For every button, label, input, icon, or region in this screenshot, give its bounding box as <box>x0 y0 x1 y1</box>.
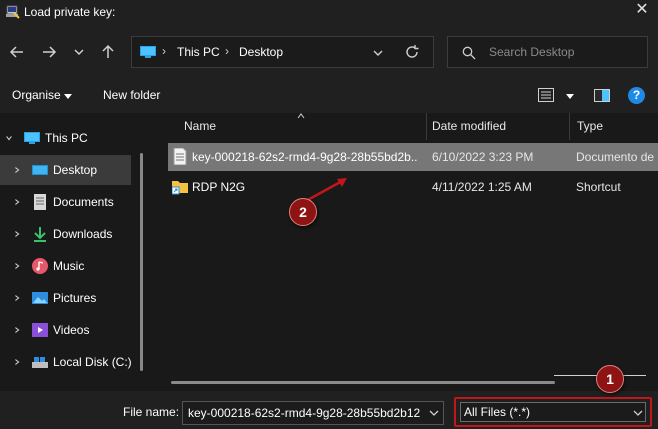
annotation-badge-2: 2 <box>289 198 317 226</box>
sidebar-item-label: Documents <box>53 195 114 209</box>
address-bar[interactable]: › This PC › Desktop <box>131 36 434 68</box>
drive-icon <box>32 357 48 368</box>
chevron-down-icon[interactable] <box>633 409 643 417</box>
file-name-label: File name: <box>123 405 180 419</box>
sidebar-item-label: Videos <box>53 323 90 337</box>
chevron-right-icon[interactable] <box>13 229 21 239</box>
sidebar-item-local-disk[interactable]: Local Disk (C:) <box>0 347 132 377</box>
file-row-private-key[interactable]: key-000218-62s2-rmd4-9g28-28b55bd2b... 6… <box>168 143 658 171</box>
column-header-name[interactable]: Name <box>153 113 427 140</box>
sidebar-item-label: Local Disk (C:) <box>53 355 132 369</box>
search-box[interactable]: Search Desktop <box>447 36 648 68</box>
sidebar-item-pictures[interactable]: Pictures <box>0 283 131 313</box>
organise-caret-icon[interactable] <box>64 94 72 99</box>
file-row-rdp-shortcut[interactable]: RDP N2G 4/11/2022 1:25 AM Shortcut <box>168 173 658 201</box>
breadcrumb-separator: › <box>162 44 166 58</box>
column-header-type[interactable]: Type <box>570 113 658 140</box>
sidebar-scrollbar[interactable] <box>140 153 143 371</box>
sidebar-item-downloads[interactable]: Downloads <box>0 219 131 249</box>
navigation-bar: › This PC › Desktop Search Desktop <box>0 26 658 78</box>
pictures-icon <box>32 292 48 304</box>
title-bar: Load private key: ✕ <box>0 0 658 26</box>
chevron-down-icon[interactable] <box>5 133 13 143</box>
sidebar-item-label: Desktop <box>53 163 98 177</box>
videos-icon <box>32 323 48 337</box>
sidebar-item-videos[interactable]: Videos <box>0 315 131 345</box>
file-date: 6/10/2022 3:23 PM <box>432 150 534 164</box>
annotation-highlight-box: All Files (*.*) <box>454 397 652 427</box>
refresh-icon[interactable] <box>404 44 420 60</box>
chevron-right-icon[interactable] <box>13 357 21 367</box>
column-header-date-modified[interactable]: Date modified <box>427 113 569 140</box>
preview-pane-icon[interactable] <box>594 89 610 102</box>
breadcrumb-desktop[interactable]: Desktop <box>239 45 283 59</box>
chevron-right-icon[interactable] <box>13 197 21 207</box>
search-input[interactable]: Search Desktop <box>489 45 574 59</box>
new-folder-button[interactable]: New folder <box>103 88 160 102</box>
help-icon[interactable]: ? <box>628 87 645 104</box>
sidebar-item-label: Downloads <box>53 227 113 241</box>
file-date: 4/11/2022 1:25 AM <box>432 180 532 194</box>
annotation-badge-1: 1 <box>596 365 624 393</box>
recent-locations-chevron-icon[interactable] <box>70 43 88 61</box>
breadcrumb-separator: › <box>225 44 229 58</box>
view-caret-icon[interactable] <box>566 94 574 99</box>
folder-shortcut-icon <box>172 181 188 195</box>
sidebar-item-desktop[interactable]: Desktop <box>0 155 131 185</box>
chevron-right-icon[interactable] <box>13 325 21 335</box>
sidebar-item-music[interactable]: Music <box>0 251 131 281</box>
sidebar-item-documents[interactable]: Documents <box>0 187 131 217</box>
pc-icon <box>24 132 40 144</box>
view-options-icon[interactable] <box>538 88 554 102</box>
chevron-right-icon[interactable] <box>13 261 21 271</box>
chevron-right-icon[interactable] <box>13 165 21 175</box>
file-type-select[interactable]: All Files (*.*) <box>460 402 646 422</box>
file-name-bar: File name: key-000218-62s2-rmd4-9g28-28b… <box>0 391 658 429</box>
sidebar-item-this-pc[interactable]: This PC <box>0 123 131 153</box>
desktop-icon <box>32 165 48 175</box>
close-icon[interactable]: ✕ <box>634 2 650 18</box>
file-name-field[interactable]: key-000218-62s2-rmd4-9g28-28b55bd2b126 <box>182 401 444 425</box>
chevron-down-icon[interactable] <box>372 47 384 59</box>
file-name: key-000218-62s2-rmd4-9g28-28b55bd2b... <box>192 150 418 164</box>
sidebar-item-label: This PC <box>45 131 88 145</box>
up-icon[interactable] <box>99 43 117 61</box>
file-type-value: All Files (*.*) <box>464 405 531 419</box>
horizontal-scrollbar[interactable] <box>171 381 555 384</box>
command-bar: Organise New folder ? <box>0 78 658 113</box>
file-type: Documento de <box>576 150 655 164</box>
file-name-value: key-000218-62s2-rmd4-9g28-28b55bd2b126 <box>188 406 420 420</box>
music-icon <box>32 258 48 274</box>
file-list: Name Date modified Type key-000218-62s2-… <box>153 113 658 391</box>
forward-icon[interactable] <box>40 43 58 61</box>
sidebar-item-label: Pictures <box>53 291 97 305</box>
downloads-icon <box>34 227 46 242</box>
back-icon[interactable] <box>8 43 26 61</box>
organise-button[interactable]: Organise <box>12 88 61 102</box>
navigation-pane: This PC Desktop Documents Downloads Musi… <box>0 113 152 391</box>
search-icon <box>462 46 476 60</box>
chevron-down-icon[interactable] <box>429 409 439 417</box>
pc-icon <box>140 46 156 58</box>
putty-key-icon <box>6 5 20 19</box>
window-title: Load private key: <box>24 5 116 19</box>
file-type: Shortcut <box>576 180 621 194</box>
documents-icon <box>34 194 46 210</box>
chevron-right-icon[interactable] <box>13 293 21 303</box>
breadcrumb-this-pc[interactable]: This PC <box>177 45 220 59</box>
sidebar-item-label: Music <box>53 259 85 273</box>
text-file-icon <box>173 148 187 165</box>
